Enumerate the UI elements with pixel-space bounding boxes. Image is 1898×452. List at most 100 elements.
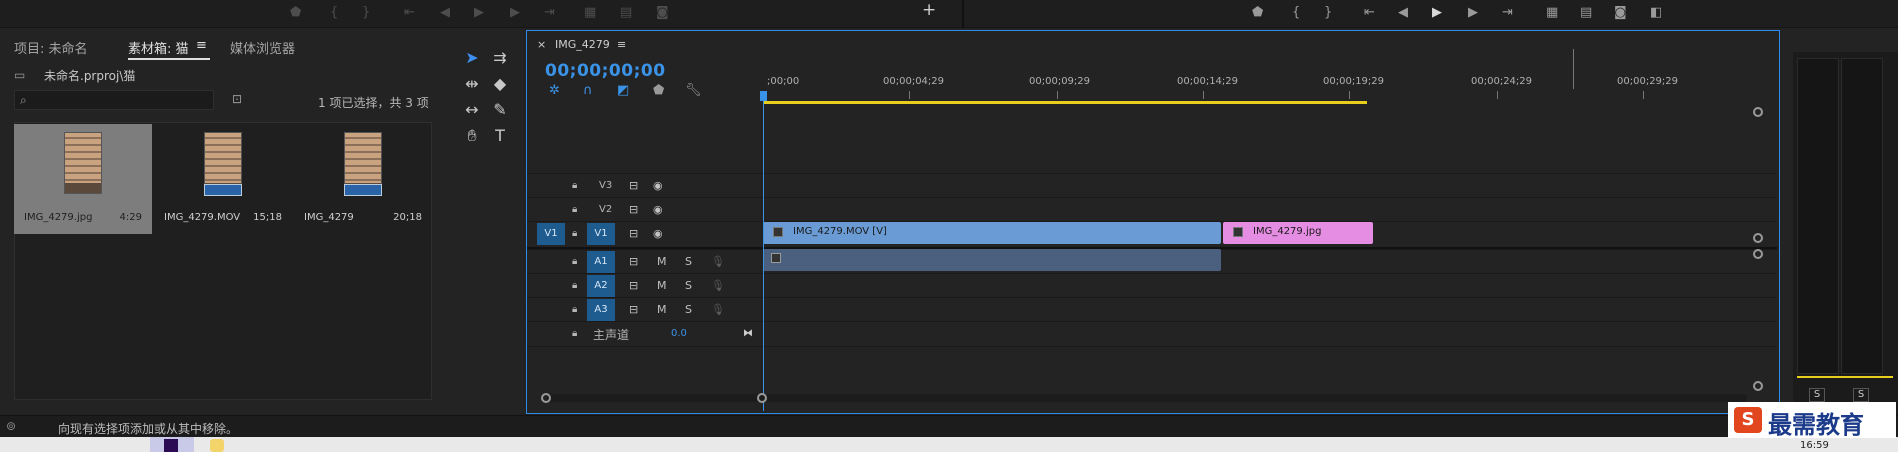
meter-lane-left (1797, 58, 1839, 374)
ripple-edit-tool-icon[interactable]: ⇹ (460, 73, 484, 95)
track-target-a3[interactable]: A3 (587, 299, 615, 321)
search-input[interactable]: ⌕ (14, 90, 214, 110)
horizontal-scrollbar[interactable] (547, 394, 1747, 402)
extract-icon[interactable]: ▤ (1580, 6, 1592, 20)
sync-lock-icon[interactable]: ⊟ (629, 303, 638, 316)
vscroll-top-handle[interactable] (1753, 107, 1763, 117)
sync-lock-icon[interactable]: ⊟ (629, 279, 638, 292)
in-point-icon[interactable]: { (330, 6, 338, 20)
snap-icon[interactable]: ∩ (583, 83, 593, 98)
solo-button[interactable]: S (685, 255, 692, 268)
out-point-icon[interactable]: } (1324, 6, 1332, 20)
bin-menu-icon[interactable]: ≡ (196, 38, 207, 53)
lock-icon[interactable]: 🔒︎ (572, 180, 577, 191)
sync-lock-icon[interactable]: ⊟ (629, 179, 638, 192)
solo-button[interactable]: S (685, 279, 692, 292)
play-icon[interactable]: ▶ (474, 6, 484, 20)
premiere-app-icon[interactable] (164, 439, 178, 452)
go-to-out-icon[interactable]: ⇥ (544, 6, 555, 20)
track-target-a1[interactable]: A1 (587, 251, 615, 273)
sync-lock-icon[interactable]: ⊟ (629, 203, 638, 216)
sequence-menu-icon[interactable]: ≡ (617, 38, 626, 51)
zoom-right-handle[interactable] (757, 393, 767, 403)
linked-selection-icon[interactable]: ◩ (617, 83, 629, 98)
pen-tool-icon[interactable]: ✎ (488, 99, 512, 121)
track-target-v1[interactable]: V1 (587, 223, 615, 245)
bin-item[interactable]: IMG_4279.MOV 15;18 (154, 124, 292, 234)
microphone-icon[interactable]: 🎙︎ (711, 255, 725, 268)
insert-icon[interactable]: ▦ (584, 6, 596, 20)
track-target-a2[interactable]: A2 (587, 275, 615, 297)
go-to-in-icon[interactable]: ⇤ (1364, 6, 1375, 20)
sequence-tab[interactable]: IMG_4279 (555, 38, 610, 51)
playhead-line[interactable] (763, 93, 764, 411)
mute-button[interactable]: M (657, 279, 667, 292)
hand-tool-icon[interactable]: ✋︎ (460, 125, 484, 147)
step-back-icon[interactable]: ◀ (1398, 6, 1408, 20)
eye-icon[interactable]: ◉ (653, 179, 663, 192)
overwrite-icon[interactable]: ▤ (620, 6, 632, 20)
marker-icon[interactable]: ⬟ (290, 6, 301, 20)
solo-right-button[interactable]: S (1853, 388, 1869, 402)
lift-icon[interactable]: ▦ (1546, 6, 1558, 20)
lock-icon[interactable]: 🔒︎ (572, 280, 577, 291)
eye-icon[interactable]: ◉ (653, 203, 663, 216)
lock-icon[interactable]: 🔒︎ (572, 328, 577, 339)
mute-button[interactable]: M (657, 255, 667, 268)
work-area-bar[interactable] (763, 101, 1367, 104)
close-icon[interactable]: × (537, 38, 546, 51)
type-tool-icon[interactable]: T (488, 125, 512, 147)
out-point-icon[interactable]: } (362, 6, 370, 20)
nest-icon[interactable]: ✲ (549, 83, 560, 98)
zoom-left-handle[interactable] (541, 393, 551, 403)
microphone-icon[interactable]: 🎙︎ (711, 279, 725, 292)
razor-tool-icon[interactable]: ◆ (488, 73, 512, 95)
bin-item[interactable]: IMG_4279.jpg 4:29 (14, 124, 152, 234)
tab-media-browser[interactable]: 媒体浏览器 (230, 38, 295, 57)
play-icon[interactable]: ▶ (1432, 6, 1442, 20)
solo-button[interactable]: S (685, 303, 692, 316)
vscroll-bottom-handle[interactable] (1753, 381, 1763, 391)
source-patch-v1[interactable]: V1 (537, 223, 565, 245)
slip-tool-icon[interactable]: ↔ (460, 99, 484, 121)
settings-wrench-icon[interactable]: 🔧︎ (685, 83, 702, 98)
step-forward-icon[interactable]: ▶ (510, 6, 520, 20)
audio-clip[interactable] (763, 249, 1221, 271)
microphone-icon[interactable]: 🎙︎ (711, 303, 725, 316)
vscroll-audio-handle[interactable] (1753, 249, 1763, 259)
bin-item[interactable]: IMG_4279 20;18 (294, 124, 432, 234)
track-select-tool-icon[interactable]: ⇉ (488, 47, 512, 69)
tab-project[interactable]: 项目: 未命名 (14, 38, 88, 57)
lock-icon[interactable]: 🔒︎ (572, 256, 577, 267)
export-frame-icon[interactable]: ◙ (656, 6, 669, 20)
go-to-out-icon[interactable]: ⇥ (1502, 6, 1513, 20)
vscroll-mid-handle[interactable] (1753, 233, 1763, 243)
mute-button[interactable]: M (657, 303, 667, 316)
step-forward-icon[interactable]: ▶ (1468, 6, 1478, 20)
marker-icon[interactable]: ⬟ (1252, 6, 1263, 20)
tab-bin[interactable]: 素材箱: 猫 (128, 38, 189, 57)
go-to-in-icon[interactable]: ⇤ (404, 6, 415, 20)
sync-lock-icon[interactable]: ⊟ (629, 227, 638, 240)
timecode-display[interactable]: 00;00;00;00 (545, 61, 666, 81)
sync-lock-icon[interactable]: ⊟ (629, 255, 638, 268)
step-back-icon[interactable]: ◀ (440, 6, 450, 20)
in-point-icon[interactable]: { (1292, 6, 1300, 20)
folder-app-icon[interactable] (210, 439, 224, 452)
ruler-label: 00;00;24;29 (1471, 76, 1533, 87)
eye-icon[interactable]: ◉ (653, 227, 663, 240)
selection-tool-icon[interactable]: ➤ (460, 47, 484, 69)
lock-icon[interactable]: 🔒︎ (572, 228, 577, 239)
add-button[interactable]: + (922, 2, 936, 19)
compare-icon[interactable]: ◧ (1650, 6, 1662, 20)
jump-to-edit-icon[interactable]: ⧓ (743, 328, 753, 339)
solo-left-button[interactable]: S (1809, 388, 1825, 402)
master-volume-value[interactable]: 0.0 (671, 328, 687, 339)
image-clip[interactable]: IMG_4279.jpg (1223, 222, 1373, 244)
find-icon[interactable]: ⊡ (232, 92, 242, 106)
add-marker-icon[interactable]: ⬟ (653, 83, 664, 98)
export-frame-icon[interactable]: ◙ (1614, 6, 1627, 20)
lock-icon[interactable]: 🔒︎ (572, 304, 577, 315)
lock-icon[interactable]: 🔒︎ (572, 204, 577, 215)
video-clip[interactable]: IMG_4279.MOV [V] (763, 222, 1221, 244)
